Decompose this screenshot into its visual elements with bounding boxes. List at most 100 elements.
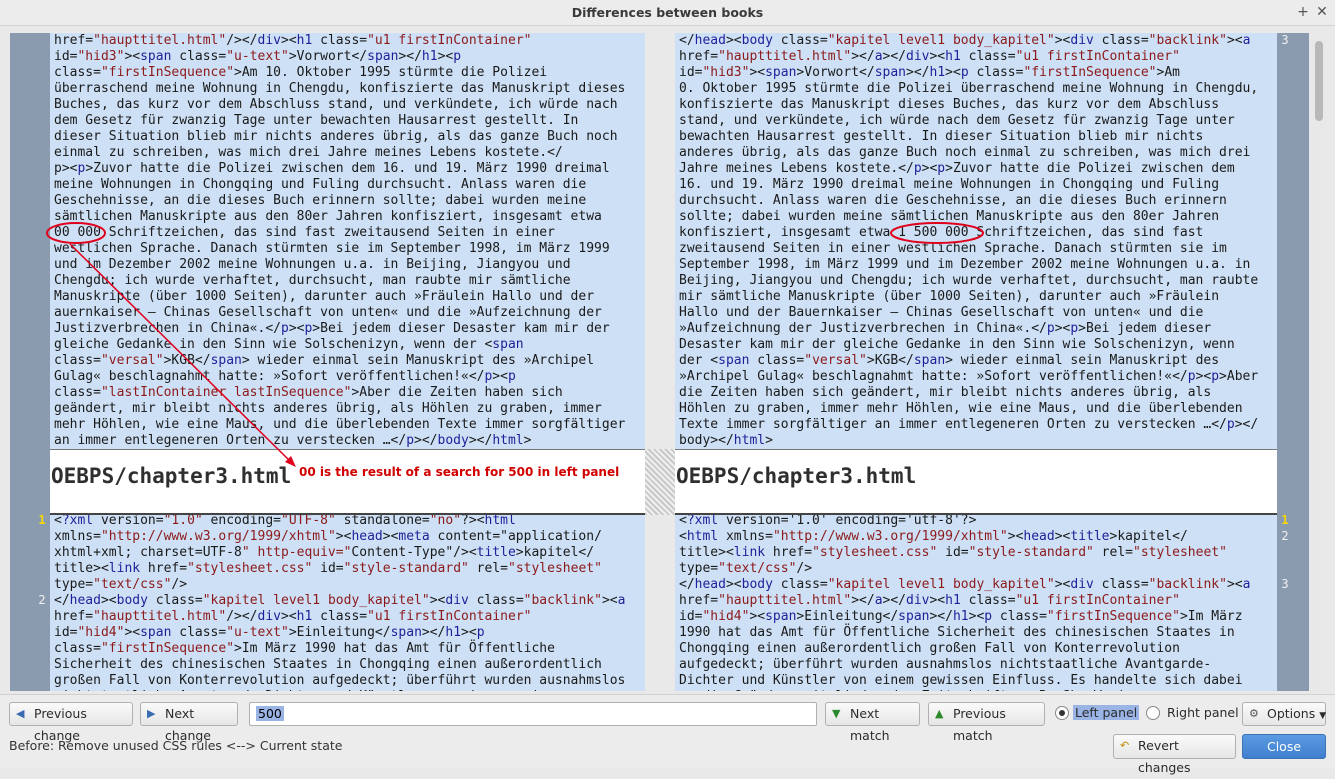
code-line: Höhlen zu graben, immer mehr Höhlen, wie…	[679, 401, 1243, 416]
code-line: class="firstInSequence">Am 10. Oktober 1…	[54, 65, 548, 80]
code-line: geändert, mir bleibt nichts anderes übri…	[54, 401, 602, 416]
search-value: 500	[256, 706, 284, 721]
code-line: bewachten Hausarrest gestellt. In dieser…	[679, 129, 1204, 144]
code-line: href="haupttitel.html"></a></div><h1 cla…	[679, 593, 1180, 608]
code-line: und im Dezember 2002 meine Wohnungen u.a…	[54, 257, 571, 272]
scrollbar-thumb[interactable]	[1315, 41, 1323, 121]
code-line: title><link href="stylesheet.css" id="st…	[679, 545, 1227, 560]
code-line: sämtlichen Manuskripte aus den 80er Jahr…	[54, 209, 602, 224]
code-line: Justizverbrechen in China«.</p><p>Bei je…	[54, 321, 610, 336]
code-line: href="haupttitel.html"></a></div><h1 cla…	[679, 49, 1180, 64]
code-line: September 1998, im März 1999 und im Deze…	[679, 257, 1251, 272]
gear-icon: ⚙	[1249, 707, 1259, 720]
code-line: auernkaiser – Chinas Gesellschaft von un…	[54, 305, 602, 320]
code-line: »Archipel Gulag« beschlagnahmt hatte: »S…	[679, 369, 1259, 384]
code-line: 00 000 Schriftzeichen, das sind fast zwe…	[54, 225, 555, 240]
code-line: </head><body class="kapitel level1 body_…	[679, 577, 1251, 592]
left-panel-label[interactable]: Left panel	[1073, 705, 1140, 720]
code-line: </head><body class="kapitel level1 body_…	[54, 593, 626, 608]
next-match-button[interactable]: ▼ Next match	[825, 702, 920, 743]
code-line: <?xml version='1.0' encoding='utf-8'?>	[679, 515, 977, 528]
left-line-number-1: 1	[38, 513, 46, 527]
revert-changes-button[interactable]: ↶ Revert changes	[1113, 734, 1236, 775]
code-line: der <span class="versal">KGB</span> wied…	[679, 353, 1220, 368]
previous-change-button[interactable]: ◀ Previous change	[9, 702, 133, 743]
vertical-scrollbar[interactable]	[1312, 33, 1326, 691]
code-line: title><link href="stylesheet.css" id="st…	[54, 561, 602, 576]
code-line: Gulag« beschlagnahmt hatte: »Sofort verö…	[54, 369, 516, 384]
code-line: nichtstaatliche Avantgarde-Dichter und K…	[54, 689, 625, 691]
code-line: konfisziert, insgesamt etwa 1 500 000 Sc…	[679, 225, 1204, 240]
code-line: type="text/css"/>	[679, 561, 813, 576]
code-line: meine Wohnungen in Chongqing und Fuling …	[54, 177, 587, 192]
code-line: sollte; dabei wurden meine sämtlichen Ma…	[679, 209, 1220, 224]
arrow-left-icon: ◀	[16, 707, 25, 720]
left-line-number-2: 2	[38, 593, 46, 607]
status-text: Before: Remove unused CSS rules <--> Cur…	[9, 738, 343, 753]
arrow-right-icon: ▶	[147, 707, 156, 720]
code-line: überraschend meine Wohnung in Chengdu, k…	[54, 81, 626, 96]
options-button[interactable]: ⚙ Options ▼	[1242, 702, 1326, 726]
code-line: xhtml+xml; charset=UTF-8" http-equiv="Co…	[54, 545, 595, 560]
code-line: einmal zu schreiben, was mich drei Jahre…	[54, 145, 563, 160]
search-input[interactable]: 500	[249, 702, 817, 726]
code-line: <?xml version="1.0" encoding="UTF-8" sta…	[54, 515, 516, 528]
code-line: aufgedeckt; überführt wurden ausnahmslos…	[679, 657, 1212, 672]
code-line: dem Gesetz für zwanzig Tage unter bewach…	[54, 113, 579, 128]
code-line: Beijing, Jiangyou und Chengdu; ich wurde…	[679, 273, 1259, 288]
code-line: zweitausend Seiten in einer westlichen S…	[679, 241, 1227, 256]
code-line: Hallo und der Bauernkaiser – Chinas Gese…	[679, 305, 1204, 320]
window-title: Differences between books	[571, 5, 764, 20]
code-line: stand, und verkündete, ich würde nach de…	[679, 113, 1235, 128]
code-line: Sicherheit des chinesischen Staates in C…	[54, 657, 602, 672]
left-pane-bottom[interactable]: <?xml version="1.0" encoding="UTF-8" sta…	[50, 515, 645, 691]
code-line: westlichen Sprache. Danach stürmten sie …	[54, 241, 610, 256]
right-gutter	[1277, 33, 1309, 691]
code-line: anderes übrig, als das ganze Buch noch e…	[679, 145, 1251, 160]
code-line: body></html>	[679, 433, 773, 448]
code-line: Chengdu; ich wurde verhaftet, durchsucht…	[54, 273, 571, 288]
arrow-down-icon: ▼	[832, 707, 841, 720]
code-line: Manuskripte (über 1000 Seiten), darunter…	[54, 289, 595, 304]
code-line: href="haupttitel.html"/></div><h1 class=…	[54, 609, 532, 624]
right-pane-bottom[interactable]: <?xml version='1.0' encoding='utf-8'?> <h…	[675, 515, 1277, 691]
code-line: p><p>Zuvor hatte die Polizei zwischen de…	[54, 161, 610, 176]
code-line: mehr Höhlen, wie eine Maus, und die über…	[54, 417, 626, 432]
code-line: dieser Situation blieb mir nichts andere…	[54, 129, 618, 144]
undo-icon: ↶	[1120, 739, 1130, 752]
close-window-icon[interactable]: ✕	[1313, 3, 1331, 21]
bottom-toolbar: ◀ Previous change ▶ Next change 500 ▼ Next …	[0, 694, 1335, 775]
code-line: href="haupttitel.html"/></div><h1 class=…	[54, 33, 532, 48]
code-line: xmlns="http://www.w3.org/1999/xhtml"><he…	[54, 529, 602, 544]
left-panel-radio[interactable]	[1055, 706, 1069, 720]
right-file-header: OEBPS/chapter3.html	[675, 449, 1277, 515]
code-line: »Aufzeichnung der Justizverbrechen in Ch…	[679, 321, 1212, 336]
code-line: gleiche Gedanke in den Sinn wie Solschen…	[54, 337, 524, 352]
right-panel-radio[interactable]	[1146, 706, 1160, 720]
right-panel-label[interactable]: Right panel	[1167, 705, 1239, 720]
annotation-text: 00 is the result of a search for 500 in …	[299, 465, 620, 479]
code-line: an immer entlegeneren Orten zu verstecke…	[54, 433, 532, 448]
maximize-icon[interactable]: +	[1294, 3, 1312, 21]
next-change-button[interactable]: ▶ Next change	[140, 702, 238, 743]
code-line: die Zeiten haben sich geändert, mir blei…	[679, 385, 1212, 400]
close-button[interactable]: Close	[1242, 734, 1326, 759]
code-line: id="hid3"><span class="u-text">Vorwort</…	[54, 49, 462, 64]
header-separator	[645, 449, 675, 515]
left-pane-top[interactable]: href="haupttitel.html"/></div><h1 class=…	[50, 33, 645, 449]
code-line: um die Gründungsmitglieder der Zeitschri…	[679, 689, 1250, 691]
code-line: Chongqing einen außerordentlich großen F…	[679, 641, 1180, 656]
left-top-code: href="haupttitel.html"/></div><h1 class=…	[54, 33, 625, 449]
right-pane-top[interactable]: </head><body class="kapitel level1 body_…	[675, 33, 1277, 449]
previous-match-button[interactable]: ▲ Previous match	[928, 702, 1045, 743]
arrow-up-icon: ▲	[935, 707, 944, 720]
code-line: Jahre meines Lebens kostete.</p><p>Zuvor…	[679, 161, 1235, 176]
code-line: Geschehnisse, an die dieses Buch erinner…	[54, 193, 587, 208]
title-bar: Differences between books + ✕	[0, 0, 1335, 26]
code-line: durchsucht. Anlass waren die Geschehniss…	[679, 193, 1227, 208]
left-bottom-code: <?xml version="1.0" encoding="UTF-8" sta…	[54, 515, 625, 691]
code-line: 1990 hat das Amt für Öffentliche Sicherh…	[679, 625, 1235, 640]
code-line: Texte immer sorgfältiger an immer entleg…	[679, 417, 1259, 432]
code-line: Buches, das kurz vor dem Abschluss stand…	[54, 97, 618, 112]
code-line: <html xmlns="http://www.w3.org/1999/xhtm…	[679, 529, 1188, 544]
